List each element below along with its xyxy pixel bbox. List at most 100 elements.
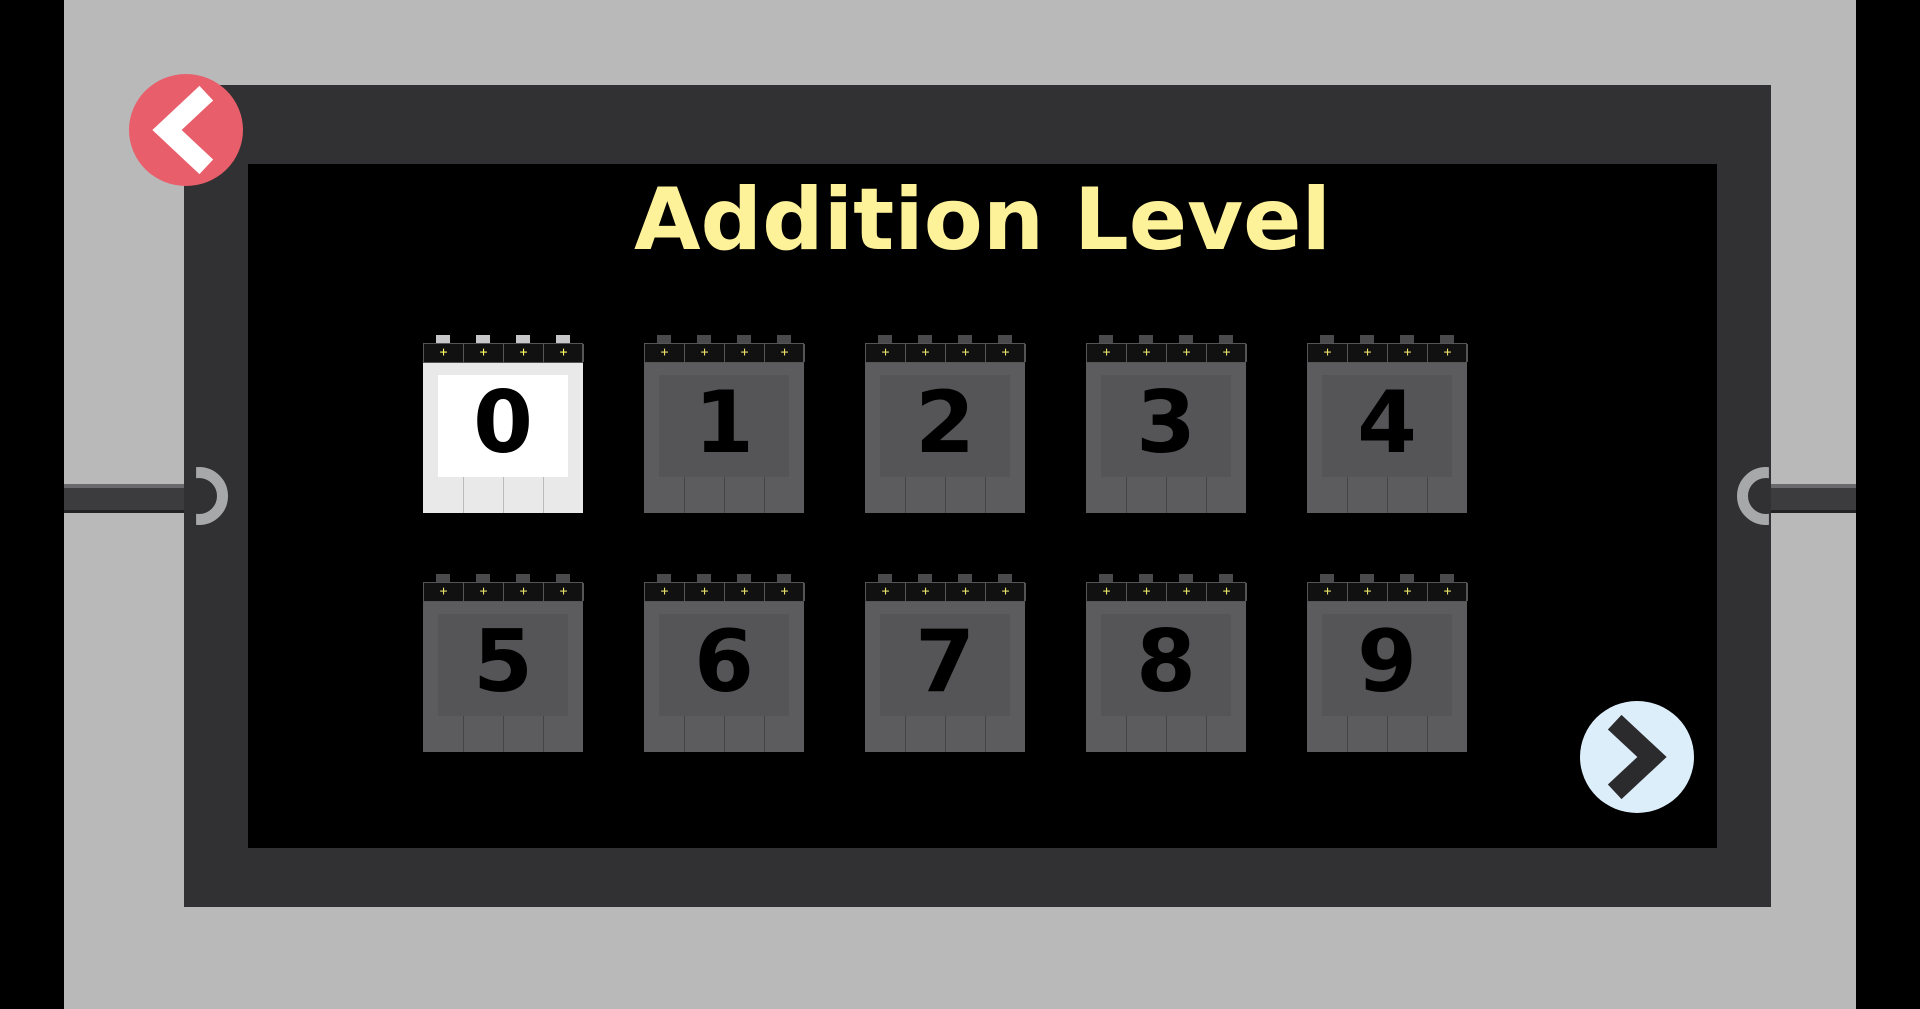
tile-peg — [1360, 335, 1374, 343]
tile-operator-bar: + + + + — [644, 343, 805, 363]
tile-peg — [1440, 574, 1454, 582]
tile-operator-bar: + + + + — [423, 343, 584, 363]
tile-peg — [476, 574, 490, 582]
level-title: Addition Level — [634, 170, 1331, 270]
tile-peg — [1320, 574, 1334, 582]
tile-peg — [998, 335, 1012, 343]
tile-peg — [918, 574, 932, 582]
tile-operator: + — [645, 344, 685, 362]
tile-number: 0 — [473, 373, 533, 473]
tile-peg — [777, 335, 791, 343]
tile-peg — [1400, 335, 1414, 343]
left-cable — [64, 484, 204, 513]
level-tile-8[interactable]: + + + + 8 — [1086, 572, 1247, 752]
tile-operator: + — [504, 583, 544, 601]
tile-peg — [1320, 335, 1334, 343]
tile-operator: + — [424, 583, 464, 601]
tile-peg — [556, 574, 570, 582]
tile-peg — [998, 574, 1012, 582]
tile-operator-bar: + + + + — [1086, 343, 1247, 363]
tile-operator: + — [906, 344, 946, 362]
tile-peg — [958, 574, 972, 582]
level-tile-2[interactable]: + + + + 2 — [865, 333, 1026, 513]
tile-operator: + — [765, 583, 805, 601]
tile-operator-bar: + + + + — [865, 343, 1026, 363]
tile-operator: + — [866, 344, 906, 362]
tile-peg — [958, 335, 972, 343]
tile-operator: + — [1167, 583, 1207, 601]
tile-peg — [1139, 574, 1153, 582]
tile-operator: + — [1348, 344, 1388, 362]
tile-peg — [1099, 335, 1113, 343]
tile-operator: + — [464, 344, 504, 362]
tile-number: 6 — [694, 612, 754, 712]
tile-operator: + — [544, 344, 584, 362]
level-tile-6[interactable]: + + + +6 — [644, 572, 805, 752]
tile-peg — [918, 335, 932, 343]
tile-operator: + — [946, 583, 986, 601]
tile-peg — [1400, 574, 1414, 582]
tile-operator: + — [1308, 583, 1348, 601]
tile-number: 8 — [1136, 612, 1196, 712]
tile-peg — [1360, 574, 1374, 582]
tile-operator: + — [1127, 344, 1167, 362]
tile-operator: + — [765, 344, 805, 362]
tile-operator: + — [1388, 344, 1428, 362]
tile-operator: + — [1207, 583, 1247, 601]
tile-operator: + — [866, 583, 906, 601]
level-tile-4[interactable]: + + + +4 — [1307, 333, 1468, 513]
tile-peg — [556, 335, 570, 343]
tile-number: 3 — [1136, 373, 1196, 473]
tile-operator: + — [906, 583, 946, 601]
tile-peg — [1179, 574, 1193, 582]
tile-peg — [737, 574, 751, 582]
tile-operator: + — [424, 344, 464, 362]
chevron-left-icon — [152, 85, 214, 175]
tile-operator: + — [1348, 583, 1388, 601]
tile-operator-bar: + + + + — [423, 582, 584, 602]
tile-operator: + — [725, 583, 765, 601]
tile-operator: + — [504, 344, 544, 362]
tile-peg — [516, 335, 530, 343]
tile-peg — [697, 335, 711, 343]
tile-peg — [1219, 335, 1233, 343]
tile-operator: + — [464, 583, 504, 601]
tile-number: 2 — [915, 373, 975, 473]
tile-operator: + — [544, 583, 584, 601]
tile-operator: + — [1207, 344, 1247, 362]
tile-operator: + — [946, 344, 986, 362]
level-tile-1[interactable]: + + + +1 — [644, 333, 805, 513]
tile-operator-bar: + + + + — [865, 582, 1026, 602]
tile-peg — [436, 335, 450, 343]
tile-operator: + — [645, 583, 685, 601]
tile-operator-bar: + + + + — [1086, 582, 1247, 602]
level-tile-7[interactable]: + + + +7 — [865, 572, 1026, 752]
next-button[interactable] — [1580, 701, 1694, 813]
tile-peg — [476, 335, 490, 343]
tile-operator: + — [1127, 583, 1167, 601]
level-tile-3[interactable]: + + + + 3 — [1086, 333, 1247, 513]
tile-peg — [657, 574, 671, 582]
tile-peg — [1219, 574, 1233, 582]
tile-number: 1 — [694, 373, 754, 473]
tile-operator: + — [685, 583, 725, 601]
tile-number: 5 — [473, 612, 533, 712]
tile-operator-bar: + + + + — [1307, 343, 1468, 363]
tile-peg — [1440, 335, 1454, 343]
tile-operator: + — [685, 344, 725, 362]
level-tile-0[interactable]: + + + +0 — [423, 333, 584, 513]
right-cable — [1763, 484, 1856, 513]
back-button[interactable] — [129, 74, 243, 186]
level-tile-9[interactable]: + + + +9 — [1307, 572, 1468, 752]
tile-operator: + — [1308, 344, 1348, 362]
tile-operator: + — [725, 344, 765, 362]
level-tile-5[interactable]: + + + +5 — [423, 572, 584, 752]
tile-operator: + — [1428, 344, 1468, 362]
tile-peg — [878, 335, 892, 343]
tile-operator: + — [1428, 583, 1468, 601]
tile-peg — [1099, 574, 1113, 582]
tile-operator: + — [1087, 344, 1127, 362]
tile-number: 9 — [1357, 612, 1417, 712]
tile-peg — [697, 574, 711, 582]
tile-peg — [1179, 335, 1193, 343]
